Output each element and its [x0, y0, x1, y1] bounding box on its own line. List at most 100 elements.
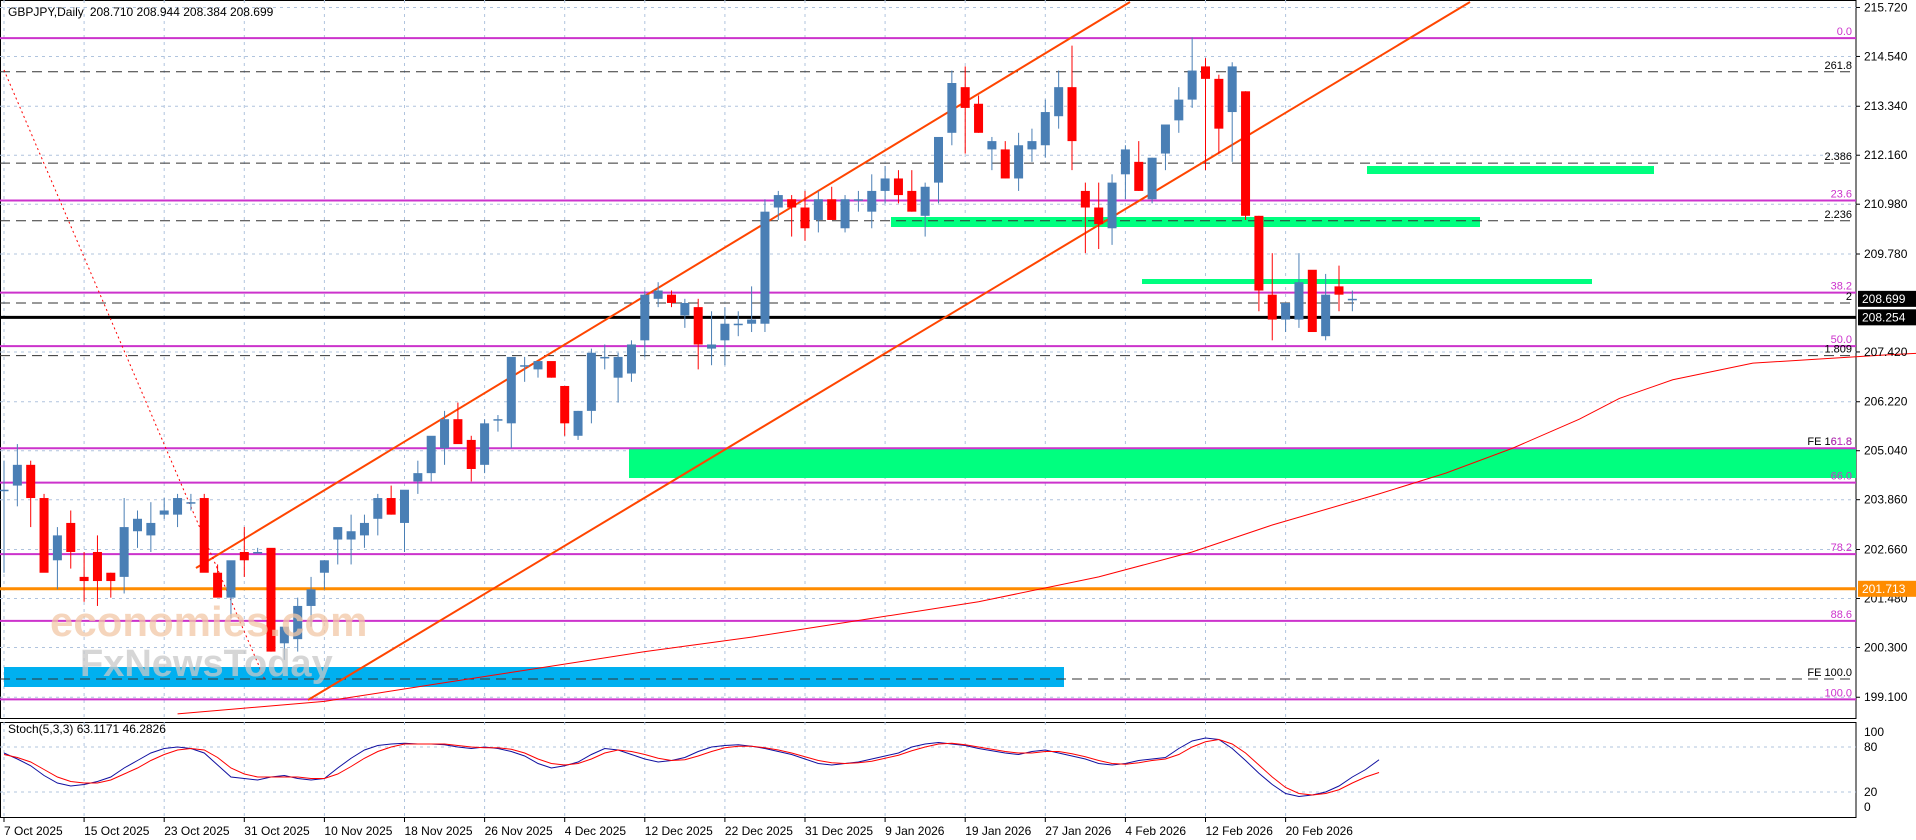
green-zone-upper-1: [891, 217, 1480, 227]
candle-bull: [720, 323, 730, 341]
candle-bear: [1334, 286, 1344, 295]
candle-bear: [239, 551, 249, 561]
x-tick-label: 23 Oct 2025: [164, 824, 230, 838]
candle-bull: [12, 464, 22, 486]
candle-bear: [66, 522, 76, 552]
candle-bull: [586, 352, 596, 411]
chart-title: GBPJPY,Daily 208.710 208.944 208.384 208.…: [8, 5, 274, 19]
x-tick-label: 15 Oct 2025: [84, 824, 150, 838]
candle-bull: [0, 489, 9, 492]
candle-bull: [733, 323, 743, 326]
candle-bull: [600, 356, 610, 359]
y-tick-label: 213.340: [1864, 99, 1908, 113]
candle-bull: [626, 344, 636, 374]
expansion-level-label: 2: [1846, 291, 1852, 303]
candle-bull: [1014, 145, 1024, 179]
candle-bear: [1080, 190, 1090, 208]
y-tick-label: 205.040: [1864, 444, 1908, 458]
candle-bull: [747, 319, 757, 324]
stoch-tick-label: 0: [1864, 800, 1871, 814]
stoch-label: Stoch(5,3,3) 63.1171 46.2826: [8, 722, 166, 736]
candle-bull: [346, 531, 356, 540]
candle-bear: [1134, 161, 1144, 191]
candle-bear: [893, 178, 903, 196]
candle-bear: [1307, 269, 1317, 333]
expansion-level-label: 2.236: [1824, 209, 1852, 221]
candle-bear: [907, 190, 917, 212]
candle-bull: [506, 356, 516, 424]
candle-bull: [400, 489, 409, 523]
x-tick-label: 10 Nov 2025: [324, 824, 392, 838]
y-axis: 215.720 214.540 213.340 212.160 210.980 209.7…: [1856, 0, 1908, 704]
expansion-level-label: 2.386: [1824, 151, 1852, 163]
candle-bull: [493, 419, 503, 421]
candle-bull: [853, 199, 863, 201]
y-tick-label: 210.980: [1864, 197, 1908, 211]
expansion-level-label: 1.809: [1824, 344, 1852, 356]
ohlc-label: 208.710 208.944 208.384 208.699: [90, 5, 274, 19]
candle-bull: [186, 502, 196, 504]
candle-bear: [92, 551, 102, 582]
candle-bull: [1174, 99, 1184, 121]
candle-bull: [52, 535, 62, 561]
candle-bull: [773, 195, 783, 208]
candle-bear: [693, 307, 703, 345]
y-tick-label: 215.720: [1864, 0, 1908, 14]
candle-bear: [1267, 294, 1277, 320]
candle-bull: [1107, 182, 1117, 229]
candle-bull: [333, 527, 343, 540]
candle-bear: [213, 572, 223, 598]
candle-bull: [1227, 66, 1237, 113]
y-tick-label: 206.220: [1864, 395, 1908, 409]
x-tick-label: 31 Oct 2025: [244, 824, 310, 838]
candle-bull: [760, 211, 770, 324]
candle-bull: [1294, 282, 1304, 320]
candle-bull: [413, 473, 423, 482]
candle-bull: [1027, 141, 1037, 150]
expansion-level-label: FE 100.0: [1807, 667, 1852, 679]
candle-bear: [1241, 91, 1251, 216]
fib-level-label: 88.6: [1831, 609, 1852, 621]
candle-bull: [359, 522, 369, 536]
candle-bull: [880, 178, 890, 191]
price-label-text: 208.254: [1862, 310, 1906, 324]
candle-bull: [867, 190, 877, 212]
candle-bull: [653, 290, 663, 299]
candle-bull: [640, 294, 650, 341]
x-tick-label: 31 Dec 2025: [805, 824, 873, 838]
candle-bull: [920, 186, 930, 216]
fib-level-label: 0.0: [1837, 26, 1852, 38]
candle-bull: [680, 302, 690, 316]
x-tick-label: 27 Jan 2026: [1045, 824, 1111, 838]
y-tick-label: 199.100: [1864, 690, 1908, 704]
x-tick-label: 7 Oct 2025: [4, 824, 63, 838]
candle-bear: [39, 498, 49, 573]
candle-bull: [573, 410, 583, 436]
x-tick-label: 20 Feb 2026: [1286, 824, 1354, 838]
stoch-tick-label: 80: [1864, 740, 1878, 754]
candle-bear: [1067, 87, 1077, 142]
fib-level-label: 78.2: [1831, 542, 1852, 554]
symbol-label: GBPJPY,Daily: [8, 5, 84, 19]
background: [0, 0, 1916, 840]
candle-bear: [1094, 207, 1104, 225]
x-tick-label: 12 Feb 2026: [1206, 824, 1274, 838]
candle-bull: [253, 551, 263, 554]
candle-bull: [133, 518, 142, 532]
fib-level-label: 100.0: [1824, 687, 1852, 699]
candle-bear: [199, 498, 209, 573]
x-tick-label: 19 Jan 2026: [965, 824, 1031, 838]
candle-bear: [1000, 149, 1010, 179]
candle-bull: [1160, 124, 1170, 154]
candle-bear: [1214, 78, 1224, 129]
candle-bear: [26, 464, 36, 499]
candle-bull: [426, 435, 436, 474]
candle-bear: [960, 87, 970, 108]
candle-bear: [827, 199, 837, 220]
candle-bull: [533, 361, 543, 370]
price-label-text: 201.713: [1862, 582, 1906, 596]
candle-bull: [1187, 70, 1197, 100]
x-tick-label: 22 Dec 2025: [725, 824, 793, 838]
candle-bear: [560, 385, 570, 424]
stoch-tick-label: 100: [1864, 725, 1884, 739]
